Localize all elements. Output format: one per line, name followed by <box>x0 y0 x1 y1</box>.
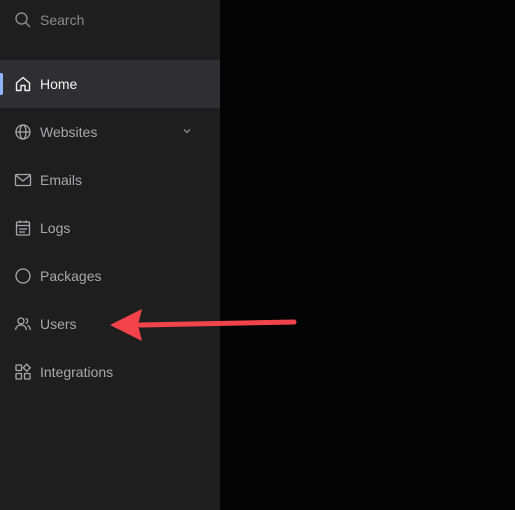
sidebar: Search Home Websites Emails Logs Package… <box>0 0 220 510</box>
sidebar-item-logs[interactable]: Logs <box>0 204 220 252</box>
sidebar-item-label: Emails <box>40 172 83 188</box>
mail-icon <box>14 171 32 189</box>
users-icon <box>14 315 32 333</box>
search-placeholder: Search <box>40 12 85 28</box>
sidebar-item-label: Users <box>40 316 77 332</box>
calendar-icon <box>14 219 32 237</box>
sidebar-item-label: Packages <box>40 268 102 284</box>
active-indicator <box>0 73 3 95</box>
main-content <box>220 0 515 510</box>
sidebar-item-packages[interactable]: Packages <box>0 252 220 300</box>
chevron-down-icon[interactable] <box>180 124 194 138</box>
home-icon <box>14 75 32 93</box>
grid-shapes-icon <box>14 363 32 381</box>
search-field[interactable]: Search <box>0 0 220 40</box>
sidebar-item-home[interactable]: Home <box>0 60 220 108</box>
sidebar-item-integrations[interactable]: Integrations <box>0 348 220 396</box>
circle-icon <box>14 267 32 285</box>
search-icon <box>14 11 32 29</box>
sidebar-item-label: Websites <box>40 124 98 140</box>
sidebar-item-label: Integrations <box>40 364 114 380</box>
sidebar-item-users[interactable]: Users <box>0 300 220 348</box>
sidebar-item-emails[interactable]: Emails <box>0 156 220 204</box>
sidebar-item-label: Logs <box>40 220 71 236</box>
sidebar-item-label: Home <box>40 76 78 92</box>
app-root: Search Home Websites Emails Logs Package… <box>0 0 515 510</box>
globe-icon <box>14 123 32 141</box>
sidebar-item-websites[interactable]: Websites <box>0 108 220 156</box>
